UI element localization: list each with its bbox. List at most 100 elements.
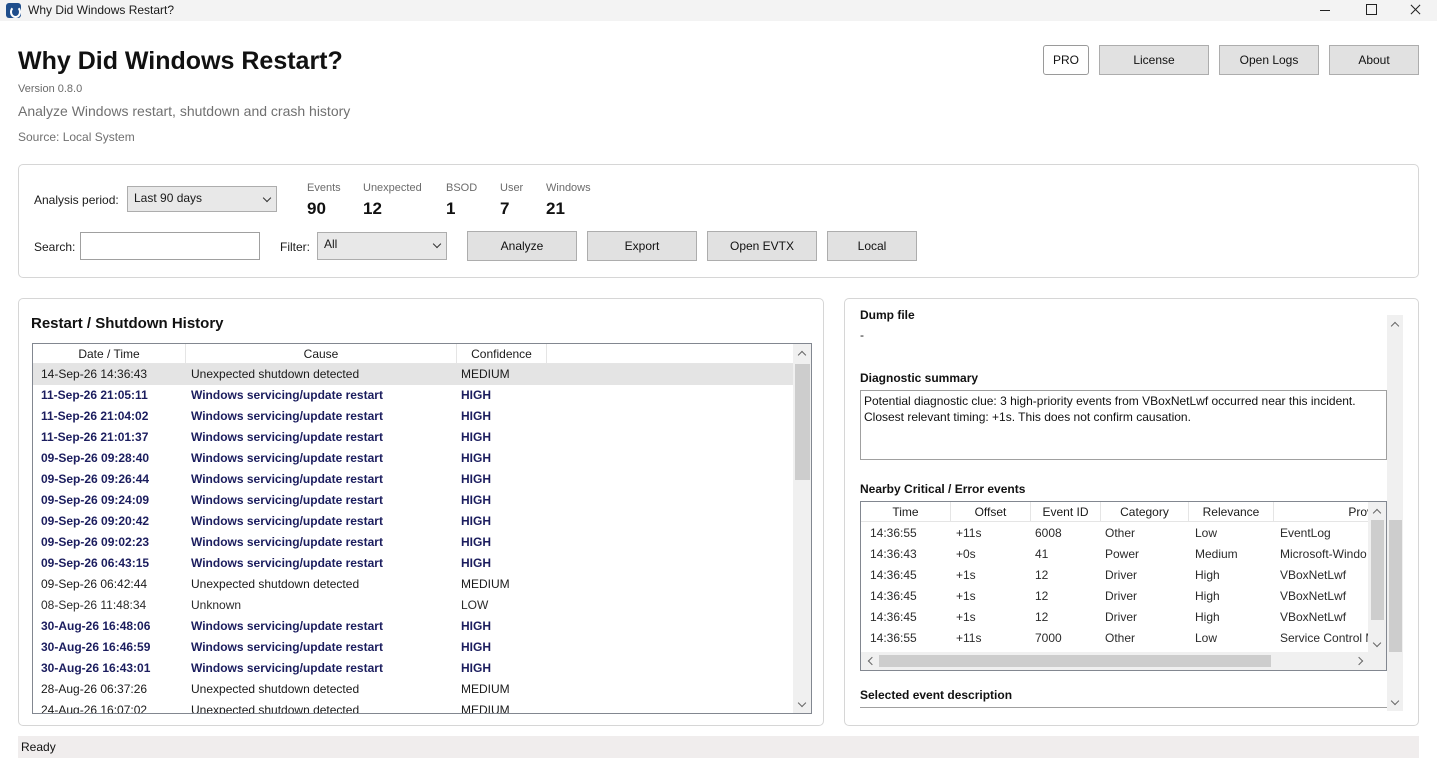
column-category[interactable]: Category bbox=[1101, 502, 1189, 522]
open-logs-button[interactable]: Open Logs bbox=[1219, 45, 1319, 75]
cell-confidence: HIGH bbox=[461, 388, 491, 402]
cell-category: Power bbox=[1105, 547, 1140, 561]
cell-event-id: 6008 bbox=[1035, 526, 1062, 540]
scroll-up-icon[interactable] bbox=[1390, 321, 1400, 331]
table-row[interactable]: 28-Aug-26 06:37:26 Unexpected shutdown de… bbox=[33, 679, 793, 700]
stat-windows-value: 21 bbox=[546, 199, 565, 218]
cell-relevance: High bbox=[1195, 610, 1220, 624]
cell-offset: +11s bbox=[956, 631, 982, 645]
cell-confidence: MEDIUM bbox=[461, 577, 510, 591]
cell-cause: Windows servicing/update restart bbox=[191, 430, 383, 444]
window-title: Why Did Windows Restart? bbox=[28, 3, 175, 17]
column-time[interactable]: Time bbox=[861, 502, 951, 522]
table-row[interactable]: 09-Sep-26 09:26:44 Windows servicing/upda… bbox=[33, 469, 793, 490]
cell-cause: Unexpected shutdown detected bbox=[191, 577, 360, 591]
history-table[interactable]: Date / Time Cause Confidence 14-Sep-26 1… bbox=[32, 343, 812, 714]
table-row[interactable]: 09-Sep-26 09:24:09 Windows servicing/upda… bbox=[33, 490, 793, 511]
cell-cause: Windows servicing/update restart bbox=[191, 556, 383, 570]
table-row[interactable]: 14:36:43 +0s 41 Power Medium Microsoft-Windo bbox=[861, 544, 1368, 565]
nearby-events-table[interactable]: Time Offset Event ID Category Relevance … bbox=[860, 501, 1387, 671]
app-icon bbox=[6, 3, 21, 18]
local-button[interactable]: Local bbox=[827, 231, 917, 261]
search-input[interactable] bbox=[80, 232, 260, 260]
analysis-period-select[interactable]: Last 90 days bbox=[127, 186, 277, 212]
table-row[interactable]: 30-Aug-26 16:43:01 Windows servicing/upda… bbox=[33, 658, 793, 679]
stat-bsod-value: 1 bbox=[446, 199, 456, 218]
nearby-events-label: Nearby Critical / Error events bbox=[860, 482, 1026, 496]
table-row[interactable]: 11-Sep-26 21:04:02 Windows servicing/upda… bbox=[33, 406, 793, 427]
filter-select[interactable]: All bbox=[317, 232, 447, 260]
status-bar: Ready bbox=[18, 736, 1419, 758]
export-button[interactable]: Export bbox=[587, 231, 697, 261]
scroll-down-icon[interactable] bbox=[1372, 638, 1382, 648]
diagnostic-summary-box[interactable]: Potential diagnostic clue: 3 high-priori… bbox=[860, 390, 1387, 460]
history-scroll-thumb[interactable] bbox=[795, 364, 810, 480]
cell-event-id: 12 bbox=[1035, 568, 1049, 582]
nearby-hscroll-thumb[interactable] bbox=[879, 655, 1271, 667]
details-scrollbar[interactable] bbox=[1387, 315, 1403, 711]
table-row[interactable]: 14:36:45 +1s 12 Driver High VBoxNetLwf bbox=[861, 565, 1368, 586]
column-offset[interactable]: Offset bbox=[951, 502, 1031, 522]
license-button[interactable]: License bbox=[1099, 45, 1209, 75]
history-scrollbar[interactable] bbox=[793, 344, 811, 713]
scroll-up-icon[interactable] bbox=[797, 350, 807, 360]
cell-date-time: 30-Aug-26 16:48:06 bbox=[41, 619, 151, 633]
table-row[interactable]: 14-Sep-26 14:36:43 Unexpected shutdown de… bbox=[33, 364, 793, 385]
scroll-left-icon[interactable] bbox=[867, 656, 877, 666]
cell-date-time: 08-Sep-26 11:48:34 bbox=[41, 598, 147, 612]
page-title: Why Did Windows Restart? bbox=[18, 47, 343, 75]
scroll-right-icon[interactable] bbox=[1354, 656, 1364, 666]
table-row[interactable]: 09-Sep-26 06:43:15 Windows servicing/upda… bbox=[33, 553, 793, 574]
cell-confidence: HIGH bbox=[461, 535, 491, 549]
cell-event-id: 41 bbox=[1035, 547, 1049, 561]
table-row[interactable]: 09-Sep-26 06:42:44 Unexpected shutdown de… bbox=[33, 574, 793, 595]
table-row[interactable]: 24-Aug-26 16:07:02 Unexpected shutdown de… bbox=[33, 700, 793, 714]
chevron-down-icon bbox=[262, 193, 272, 203]
cell-cause: Unexpected shutdown detected bbox=[191, 703, 360, 714]
nearby-vscrollbar[interactable] bbox=[1368, 502, 1386, 652]
maximize-icon[interactable] bbox=[1348, 0, 1394, 21]
details-panel: Dump file - Diagnostic summary Potential… bbox=[844, 298, 1419, 726]
cell-cause: Windows servicing/update restart bbox=[191, 409, 383, 423]
column-provider[interactable]: Prov bbox=[1274, 502, 1374, 522]
column-relevance[interactable]: Relevance bbox=[1189, 502, 1274, 522]
cell-confidence: MEDIUM bbox=[461, 703, 510, 714]
cell-cause: Windows servicing/update restart bbox=[191, 388, 383, 402]
cell-date-time: 11-Sep-26 21:04:02 bbox=[41, 409, 149, 423]
table-row[interactable]: 30-Aug-26 16:48:06 Windows servicing/upda… bbox=[33, 616, 793, 637]
cell-confidence: HIGH bbox=[461, 619, 491, 633]
open-evtx-button[interactable]: Open EVTX bbox=[707, 231, 817, 261]
cell-confidence: HIGH bbox=[461, 451, 491, 465]
table-row[interactable]: 14:36:55 +11s 6008 Other Low EventLog bbox=[861, 523, 1368, 544]
table-row[interactable]: 11-Sep-26 21:05:11 Windows servicing/upda… bbox=[33, 385, 793, 406]
table-row[interactable]: 14:36:45 +1s 12 Driver High VBoxNetLwf bbox=[861, 586, 1368, 607]
scroll-down-icon[interactable] bbox=[1390, 696, 1400, 706]
table-row[interactable]: 09-Sep-26 09:02:23 Windows servicing/upda… bbox=[33, 532, 793, 553]
nearby-vscroll-thumb[interactable] bbox=[1371, 520, 1384, 620]
table-row[interactable]: 14:36:45 +1s 12 Driver High VBoxNetLwf bbox=[861, 607, 1368, 628]
pro-button[interactable]: PRO bbox=[1043, 45, 1089, 75]
scroll-up-icon[interactable] bbox=[1372, 508, 1382, 518]
cell-provider: Service Control M bbox=[1280, 631, 1376, 645]
table-row[interactable]: 30-Aug-26 16:46:59 Windows servicing/upda… bbox=[33, 637, 793, 658]
minimize-icon[interactable] bbox=[1302, 0, 1348, 21]
table-row[interactable]: 09-Sep-26 09:28:40 Windows servicing/upda… bbox=[33, 448, 793, 469]
about-button[interactable]: About bbox=[1329, 45, 1419, 75]
table-row[interactable]: 11-Sep-26 21:01:37 Windows servicing/upda… bbox=[33, 427, 793, 448]
details-scroll-thumb[interactable] bbox=[1389, 520, 1402, 652]
cell-confidence: HIGH bbox=[461, 640, 491, 654]
table-row[interactable]: 14:36:55 +11s 7000 Other Low Service Control … bbox=[861, 628, 1375, 649]
column-confidence[interactable]: Confidence bbox=[457, 344, 547, 364]
column-event-id[interactable]: Event ID bbox=[1031, 502, 1101, 522]
scroll-down-icon[interactable] bbox=[797, 698, 807, 708]
table-row[interactable]: 08-Sep-26 11:48:34 Unknown LOW bbox=[33, 595, 793, 616]
selected-event-label: Selected event description bbox=[860, 688, 1013, 702]
nearby-hscrollbar[interactable] bbox=[861, 652, 1386, 670]
table-row[interactable]: 09-Sep-26 09:20:42 Windows servicing/upda… bbox=[33, 511, 793, 532]
close-icon[interactable] bbox=[1393, 0, 1437, 21]
selected-event-box[interactable] bbox=[860, 707, 1387, 725]
title-bar: Why Did Windows Restart? bbox=[0, 0, 1437, 21]
analyze-button[interactable]: Analyze bbox=[467, 231, 577, 261]
column-cause[interactable]: Cause bbox=[186, 344, 457, 364]
column-date-time[interactable]: Date / Time bbox=[33, 344, 186, 364]
